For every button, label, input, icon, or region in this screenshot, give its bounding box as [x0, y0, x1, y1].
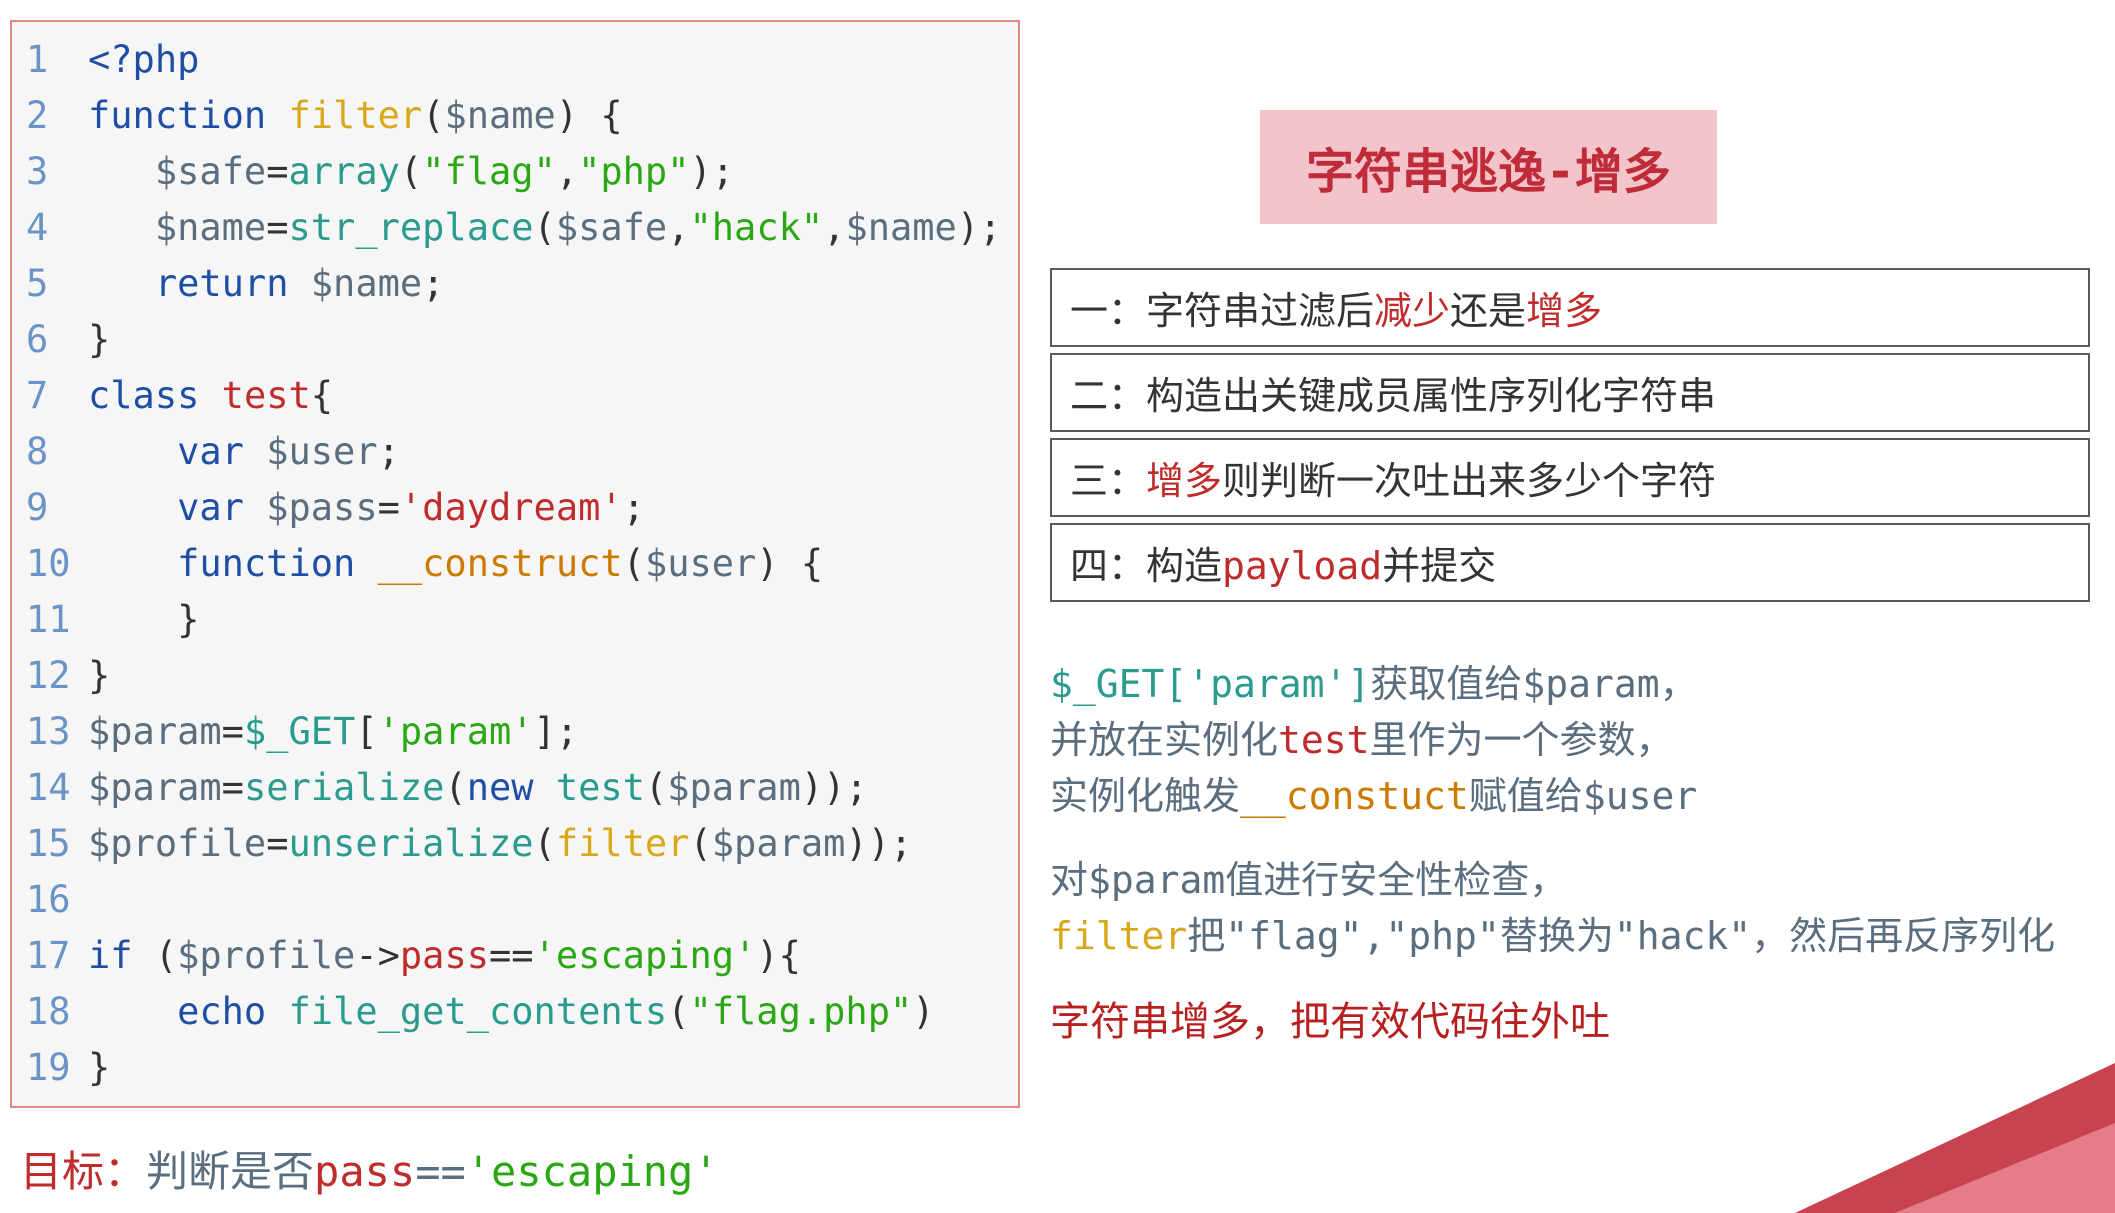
code-line: 3 $safe=array("flag","php"); [20, 144, 1010, 200]
code-line: 7class test{ [20, 368, 1010, 424]
code-line: 17if ($profile->pass=='escaping'){ [20, 928, 1010, 984]
code-line: 10 function __construct($user) { [20, 536, 1010, 592]
line-number: 19 [20, 1040, 88, 1096]
note-p1: $_GET['param']获取值给$param，并放在实例化test里作为一个… [1050, 656, 2105, 824]
code-line: 12} [20, 648, 1010, 704]
line-number: 18 [20, 984, 88, 1040]
code-panel: 1<?php2function filter($name) {3 $safe=a… [10, 20, 1020, 1108]
explanation-panel: 字符串逃逸-增多 一：字符串过滤后减少还是增多二：构造出关键成员属性序列化字符串… [1020, 20, 2105, 1108]
line-number: 3 [20, 144, 88, 200]
line-number: 5 [20, 256, 88, 312]
code-text: $profile=unserialize(filter($param)); [88, 816, 912, 872]
step-3: 三：增多则判断一次吐出来多少个字符 [1050, 438, 2090, 517]
goal-label: 目标： [20, 1147, 146, 1196]
code-line: 4 $name=str_replace($safe,"hack",$name); [20, 200, 1010, 256]
line-number: 10 [20, 536, 88, 592]
line-number: 8 [20, 424, 88, 480]
note-p2: 对$param值进行安全性检查，filter把"flag","php"替换为"h… [1050, 852, 2105, 964]
step-number: 一： [1070, 289, 1146, 333]
step-number: 二： [1070, 374, 1146, 418]
goal-line: 目标：判断是否pass=='escaping' [20, 1138, 719, 1199]
code-text: function __construct($user) { [88, 536, 823, 592]
step-number: 四： [1070, 544, 1146, 588]
line-number: 1 [20, 32, 88, 88]
step-1: 一：字符串过滤后减少还是增多 [1050, 268, 2090, 347]
code-text: } [88, 592, 199, 648]
code-text: class test{ [88, 368, 333, 424]
code-text: return $name; [88, 256, 444, 312]
code-line: 16 [20, 872, 1010, 928]
line-number: 14 [20, 760, 88, 816]
code-text: var $pass='daydream'; [88, 480, 645, 536]
line-number: 9 [20, 480, 88, 536]
line-number: 12 [20, 648, 88, 704]
line-number: 7 [20, 368, 88, 424]
line-number: 15 [20, 816, 88, 872]
title-badge: 字符串逃逸-增多 [1260, 110, 1717, 224]
code-text: } [88, 312, 110, 368]
code-line: 6} [20, 312, 1010, 368]
code-text: $param=$_GET['param']; [88, 704, 578, 760]
code-line: 13$param=$_GET['param']; [20, 704, 1010, 760]
code-line: 2function filter($name) { [20, 88, 1010, 144]
line-number: 4 [20, 200, 88, 256]
code-text: function filter($name) { [88, 88, 623, 144]
line-number: 13 [20, 704, 88, 760]
line-number: 17 [20, 928, 88, 984]
code-line: 14$param=serialize(new test($param)); [20, 760, 1010, 816]
code-line: 9 var $pass='daydream'; [20, 480, 1010, 536]
code-text: } [88, 648, 110, 704]
code-line: 15$profile=unserialize(filter($param)); [20, 816, 1010, 872]
decorative-corner-inner [1895, 1123, 2115, 1213]
code-line: 5 return $name; [20, 256, 1010, 312]
code-text: if ($profile->pass=='escaping'){ [88, 928, 801, 984]
code-text: $name=str_replace($safe,"hack",$name); [88, 200, 1001, 256]
line-number: 11 [20, 592, 88, 648]
note-summary: 字符串增多，把有效代码往外吐 [1050, 994, 2105, 1050]
code-text: $param=serialize(new test($param)); [88, 760, 868, 816]
line-number: 16 [20, 872, 88, 928]
code-text: var $user; [88, 424, 400, 480]
notes-block: $_GET['param']获取值给$param，并放在实例化test里作为一个… [1050, 656, 2105, 1050]
line-number: 2 [20, 88, 88, 144]
code-line: 8 var $user; [20, 424, 1010, 480]
code-text: } [88, 1040, 110, 1096]
step-4: 四：构造payload并提交 [1050, 523, 2090, 602]
code-line: 1<?php [20, 32, 1010, 88]
line-number: 6 [20, 312, 88, 368]
code-line: 18 echo file_get_contents("flag.php") [20, 984, 1010, 1040]
step-2: 二：构造出关键成员属性序列化字符串 [1050, 353, 2090, 432]
code-text: <?php [88, 32, 199, 88]
code-line: 19} [20, 1040, 1010, 1096]
code-line: 11 } [20, 592, 1010, 648]
code-text: echo file_get_contents("flag.php") [88, 984, 935, 1040]
step-number: 三： [1070, 459, 1146, 503]
code-text: $safe=array("flag","php"); [88, 144, 734, 200]
